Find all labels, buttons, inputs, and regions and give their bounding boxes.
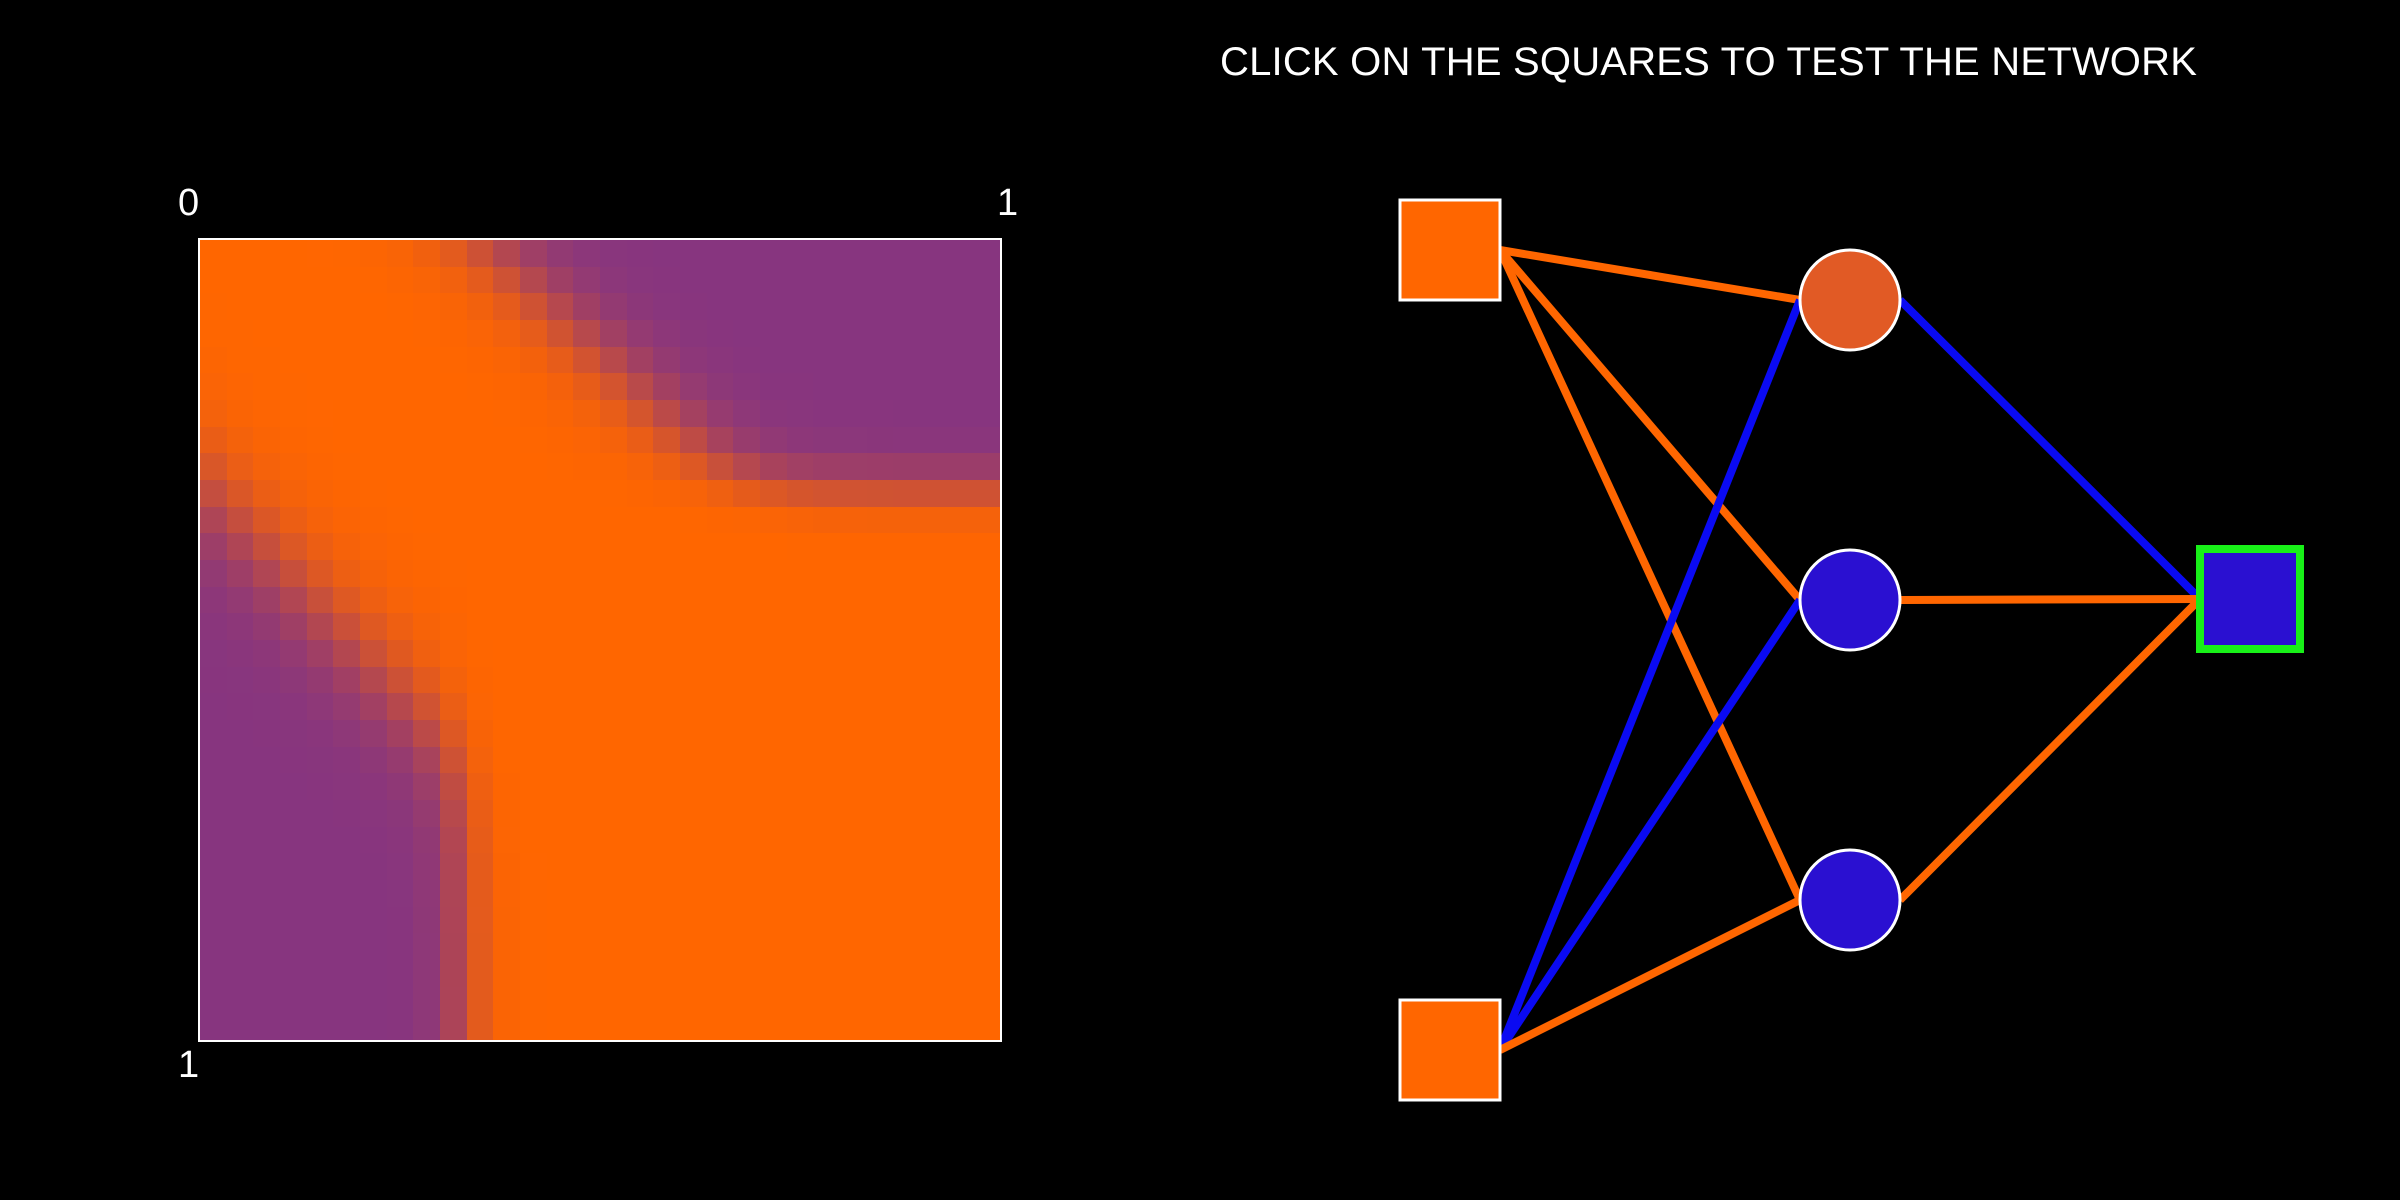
connection-input-bottom-to-hidden-3 — [1498, 896, 1802, 1054]
connection-input-top-to-hidden-2 — [1496, 247, 1804, 603]
connection-input-top-to-hidden-3 — [1496, 248, 1804, 902]
connection-input-bottom-to-hidden-1 — [1496, 298, 1804, 1052]
output-node — [2196, 545, 2304, 653]
hidden-neuron-1 — [1798, 248, 1902, 352]
hidden-neuron-3 — [1798, 848, 1902, 952]
network-diagram — [1398, 198, 2304, 1102]
input-node-bottom[interactable] — [1398, 998, 1502, 1102]
connection-hidden-3-to-output — [1897, 596, 2203, 903]
connection-hidden-1-to-output — [1897, 297, 2203, 602]
hidden-neuron-2 — [1798, 548, 1902, 652]
connection-hidden-2-to-output — [1899, 595, 2201, 604]
input-node-top[interactable] — [1398, 198, 1502, 302]
connection-input-top-to-hidden-1 — [1499, 246, 1801, 304]
